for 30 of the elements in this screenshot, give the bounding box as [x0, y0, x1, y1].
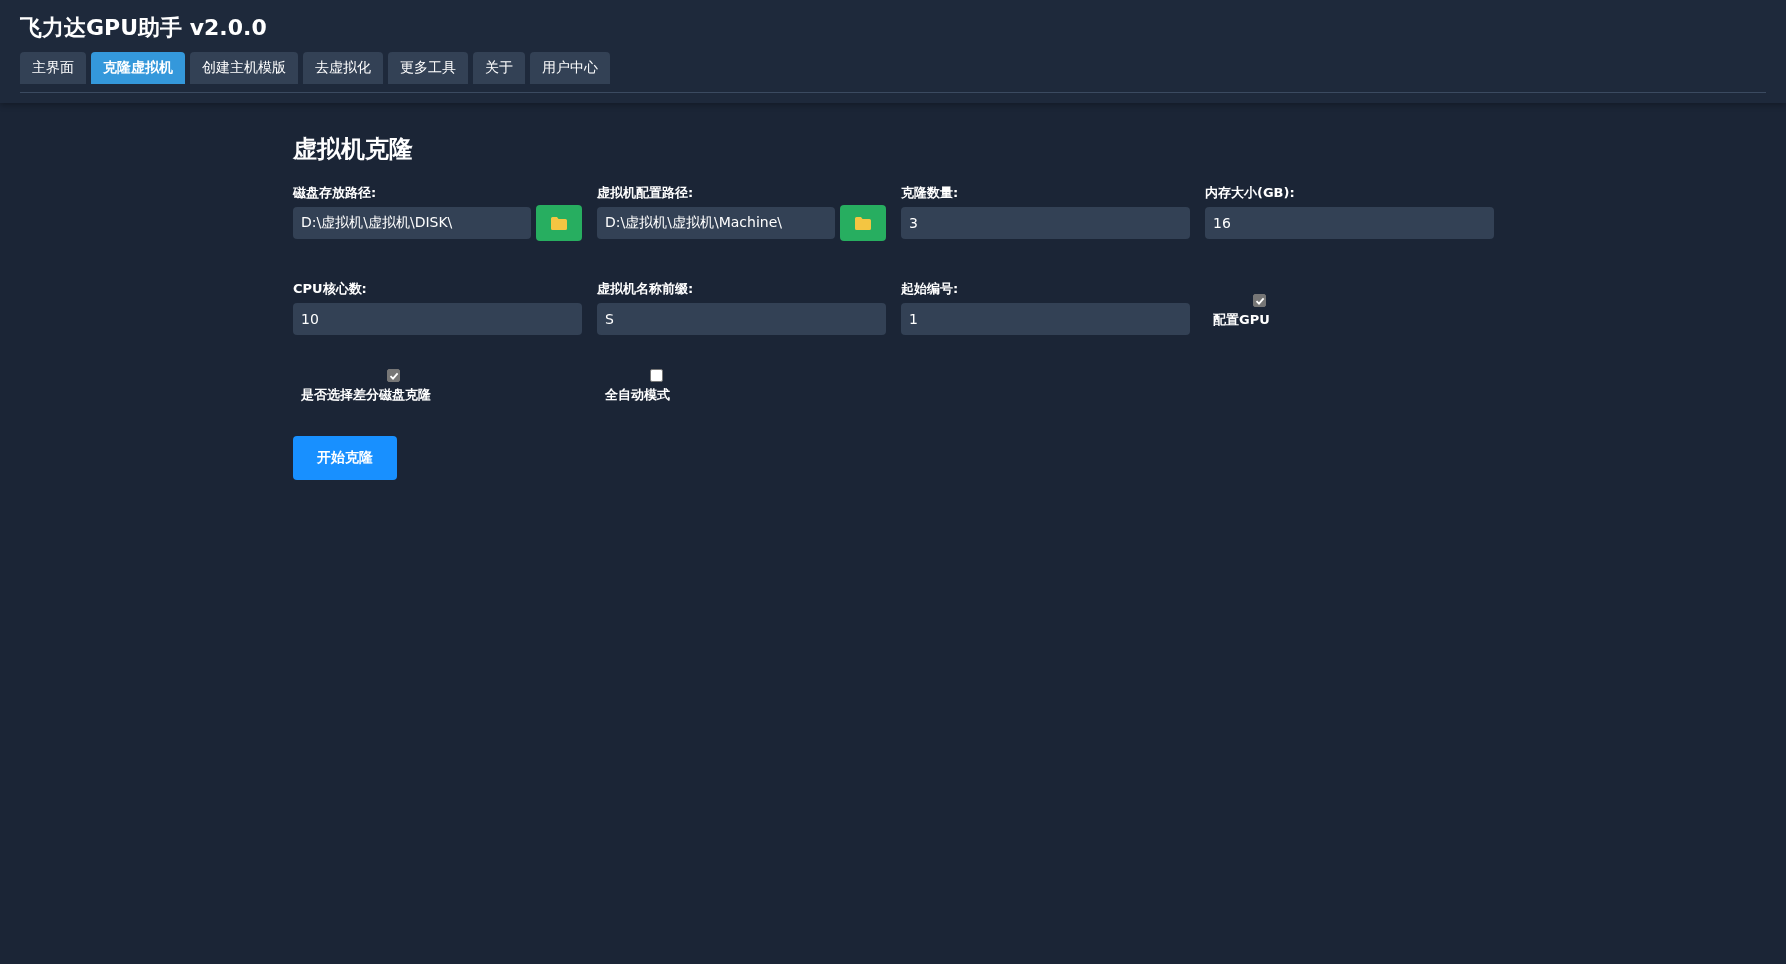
folder-icon: [855, 216, 871, 230]
field-label: CPU核心数:: [293, 281, 368, 297]
input-field[interactable]: D:\虚拟机\虚拟机\DISK\: [293, 207, 531, 239]
tab[interactable]: 用户中心: [530, 52, 610, 84]
checkbox[interactable]: [387, 369, 400, 382]
checkbox-label: 配置GPU: [1213, 311, 1270, 329]
tab[interactable]: 更多工具: [388, 52, 468, 84]
checkbox-label: 全自动模式: [605, 386, 670, 404]
input-field[interactable]: 16: [1205, 207, 1494, 239]
section-title: 虚拟机克隆: [293, 134, 414, 165]
checkbox[interactable]: [1253, 294, 1266, 307]
checkbox-label: 是否选择差分磁盘克隆: [301, 386, 431, 404]
app-title: 飞力达GPU助手 v2.0.0: [20, 14, 268, 42]
tab[interactable]: 创建主机模版: [190, 52, 298, 84]
tab[interactable]: 关于: [473, 52, 525, 84]
tab[interactable]: 主界面: [20, 52, 86, 84]
checkbox[interactable]: [650, 369, 663, 382]
field-label: 虚拟机名称前缀:: [597, 281, 695, 297]
input-field[interactable]: S: [597, 303, 886, 335]
field-label: 磁盘存放路径:: [293, 185, 378, 201]
field-label: 内存大小(GB):: [1205, 185, 1296, 201]
input-field[interactable]: D:\虚拟机\虚拟机\Machine\: [597, 207, 835, 239]
input-field[interactable]: 3: [901, 207, 1190, 239]
folder-icon: [551, 216, 567, 230]
field-label: 起始编号:: [901, 281, 960, 297]
input-field[interactable]: 1: [901, 303, 1190, 335]
input-field[interactable]: 10: [293, 303, 582, 335]
tab[interactable]: 去虚拟化: [303, 52, 383, 84]
field-label: 虚拟机配置路径:: [597, 185, 695, 201]
field-label: 克隆数量:: [901, 185, 960, 201]
